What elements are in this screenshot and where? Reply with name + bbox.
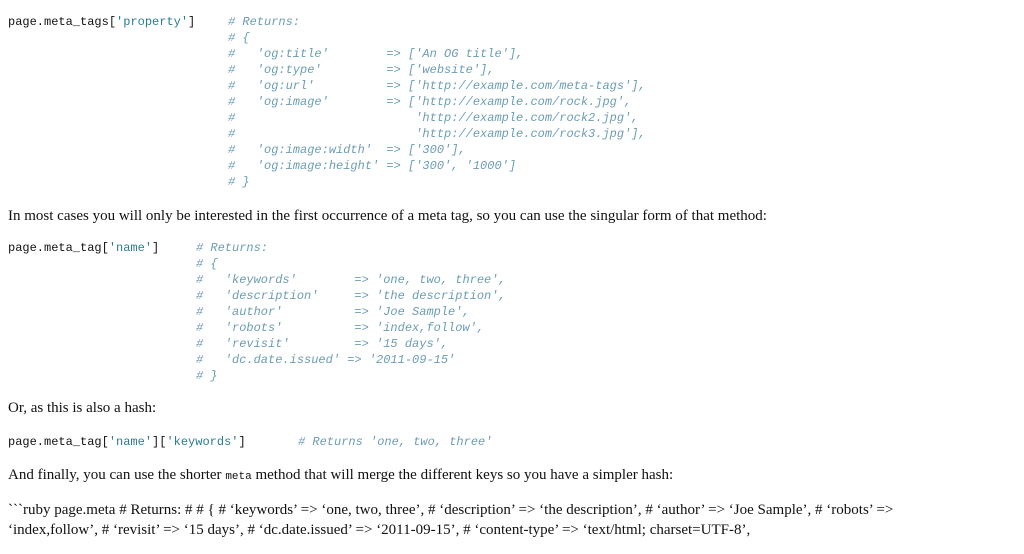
code-comment-returns-property: # Returns: # { # 'og:title' => ['An OG t… (228, 15, 646, 189)
paragraph-ruby-meta: ```ruby page.meta # Returns: # # { # ‘ke… (8, 502, 894, 538)
code-comment-returns-name: # Returns: # { # 'keywords' => 'one, two… (196, 241, 506, 383)
code-text: page.meta_tags[ (8, 15, 117, 29)
inline-code: meta (225, 471, 252, 483)
code-string: 'name' (108, 241, 153, 255)
code-text: ][ (152, 435, 167, 449)
paragraph-also-hash: Or, as this is also a hash: (8, 400, 157, 416)
code-text: page.meta_tag[ (8, 435, 109, 449)
code-meta-tags-property: page.meta_tags['property'] (8, 14, 195, 30)
code-meta-tag-keywords: page.meta_tag['name']['keywords'] (8, 434, 246, 450)
code-string: 'name' (108, 435, 153, 449)
code-text: ] (238, 435, 246, 449)
code-text: page.meta_tag[ (8, 241, 109, 255)
paragraph-singular-form: In most cases you will only be intereste… (8, 208, 767, 224)
code-string: 'property' (116, 15, 189, 29)
paragraph-meta-method: And finally, you can use the shorter met… (8, 465, 1008, 487)
text: And finally, you can use the shorter (8, 467, 226, 483)
text: method that will merge the different key… (251, 467, 674, 483)
code-text: ] (188, 15, 196, 29)
code-text: ] (152, 241, 160, 255)
code-string: 'keywords' (166, 435, 239, 449)
code-comment-returns-keywords: # Returns 'one, two, three' (298, 435, 493, 449)
code-meta-tag-name: page.meta_tag['name'] (8, 240, 159, 256)
